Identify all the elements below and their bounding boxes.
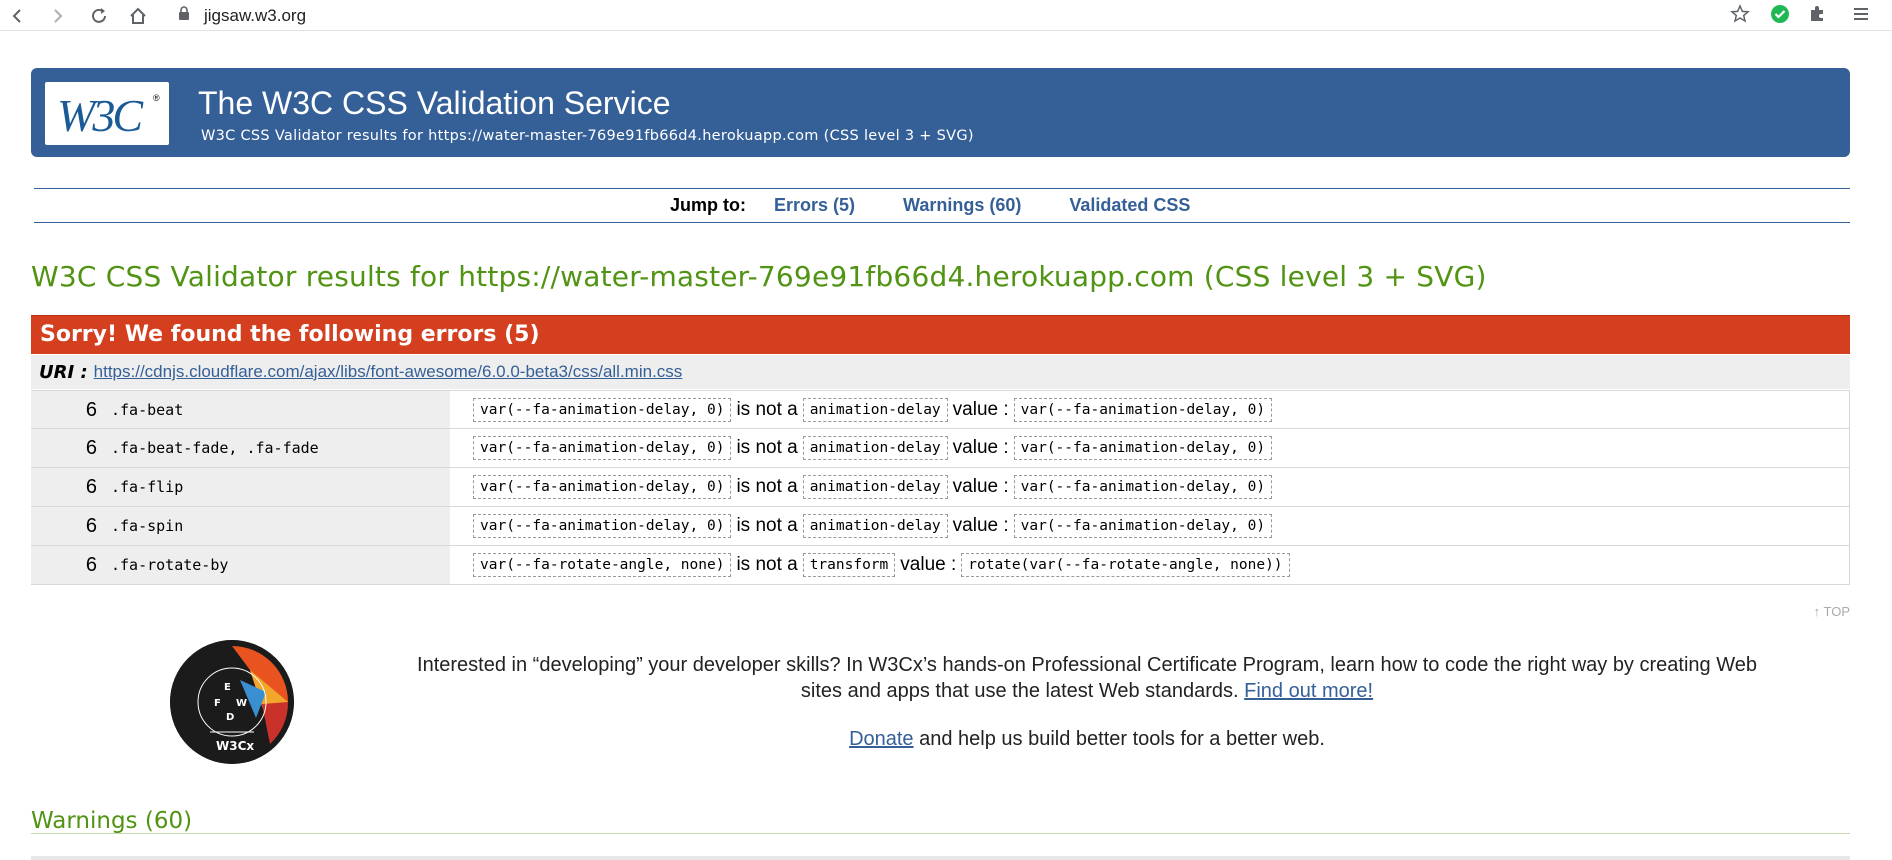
svg-text:®: ® — [153, 93, 160, 103]
svg-text:W3C: W3C — [57, 90, 144, 141]
svg-text:D: D — [226, 712, 234, 723]
code-value: var(--fa-animation-delay, 0) — [473, 397, 732, 422]
header-banner: W3C ® The W3C CSS Validation Service W3C… — [31, 68, 1850, 157]
table-row: 6 .fa-rotate-by var(--fa-rotate-angle, n… — [31, 546, 1850, 585]
warnings-heading: Warnings (60) — [31, 808, 193, 834]
w3c-logo[interactable]: W3C ® — [45, 82, 169, 145]
promo-body: Interested in “developing” your develope… — [417, 654, 1757, 702]
code-value: var(--fa-animation-delay, 0) — [1013, 436, 1273, 460]
menu-icon[interactable] — [1854, 6, 1868, 27]
selector: .fa-spin — [105, 507, 450, 545]
error-message: var(--fa-animation-delay, 0) is not a an… — [450, 429, 1850, 467]
svg-text:W3Cx: W3Cx — [216, 739, 254, 753]
jump-label: Jump to: — [670, 195, 746, 215]
table-row: 6 .fa-spin var(--fa-animation-delay, 0) … — [31, 507, 1850, 546]
line-number: 6 — [31, 507, 105, 545]
results-heading: W3C CSS Validator results for https://wa… — [31, 260, 1487, 293]
lock-icon — [178, 6, 190, 26]
message-text: is not a — [736, 398, 798, 420]
divider — [31, 833, 1850, 834]
message-text: value : — [952, 515, 1009, 536]
extension-check-icon[interactable] — [1770, 4, 1790, 29]
error-message: var(--fa-animation-delay, 0) is not a an… — [450, 468, 1850, 506]
message-text: is not a — [736, 554, 798, 575]
back-to-top-link[interactable]: ↑ TOP — [1814, 604, 1850, 619]
forward-icon[interactable] — [45, 3, 71, 29]
code-value: var(--fa-animation-delay, 0) — [473, 475, 732, 499]
code-property: animation-delay — [802, 436, 948, 460]
uri-row: URI : https://cdnjs.cloudflare.com/ajax/… — [31, 355, 1850, 389]
star-icon[interactable] — [1730, 3, 1750, 29]
selector: .fa-rotate-by — [105, 546, 450, 584]
message-text: is not a — [736, 476, 798, 497]
message-text: value : — [952, 437, 1009, 458]
svg-text:F: F — [214, 698, 221, 709]
selector: .fa-beat-fade, .fa-fade — [105, 429, 450, 467]
code-value: var(--fa-animation-delay, 0) — [1013, 514, 1273, 538]
code-value: rotate(var(--fa-rotate-angle, none)) — [961, 553, 1290, 577]
message-text: value : — [952, 398, 1009, 420]
uri-link[interactable]: https://cdnjs.cloudflare.com/ajax/libs/f… — [94, 362, 683, 382]
line-number: 6 — [31, 468, 105, 506]
selector: .fa-flip — [105, 468, 450, 506]
back-icon[interactable] — [4, 3, 30, 29]
error-message: var(--fa-rotate-angle, none) is not a tr… — [450, 546, 1850, 584]
address-bar[interactable]: jigsaw.w3.org — [178, 3, 306, 29]
jump-nav: Jump to: Errors (5) Warnings (60) Valida… — [34, 188, 1850, 223]
line-number: 6 — [31, 429, 105, 467]
errors-header: Sorry! We found the following errors (5) — [31, 315, 1850, 354]
uri-label: URI : — [39, 361, 88, 383]
donate-line: Donate and help us build better tools fo… — [401, 728, 1773, 751]
line-number: 6 — [31, 391, 105, 428]
divider — [31, 856, 1850, 860]
code-value: var(--fa-animation-delay, 0) — [1013, 475, 1273, 499]
url-text[interactable]: jigsaw.w3.org — [204, 6, 306, 26]
jump-link-validated-css[interactable]: Validated CSS — [1069, 195, 1190, 216]
reload-icon[interactable] — [86, 3, 112, 29]
home-icon[interactable] — [125, 3, 151, 29]
toolbar-right — [1730, 3, 1868, 29]
code-property: animation-delay — [802, 475, 948, 499]
page-content: W3C ® The W3C CSS Validation Service W3C… — [31, 68, 1850, 860]
selector: .fa-beat — [105, 391, 450, 428]
code-property: animation-delay — [802, 514, 948, 538]
code-value: var(--fa-animation-delay, 0) — [1013, 397, 1273, 422]
promo-text: Interested in “developing” your develope… — [401, 652, 1773, 704]
error-message: var(--fa-animation-delay, 0) is not a an… — [450, 391, 1850, 428]
donate-text: and help us build better tools for a bet… — [913, 728, 1325, 750]
banner-subtitle: W3C CSS Validator results for https://wa… — [201, 128, 974, 144]
code-value: var(--fa-animation-delay, 0) — [473, 514, 732, 538]
jump-link-warnings[interactable]: Warnings (60) — [903, 195, 1021, 216]
message-text: is not a — [736, 437, 798, 458]
donate-link[interactable]: Donate — [849, 728, 914, 750]
code-property: animation-delay — [802, 397, 948, 422]
table-row: 6 .fa-flip var(--fa-animation-delay, 0) … — [31, 468, 1850, 507]
line-number: 6 — [31, 546, 105, 584]
code-value: var(--fa-animation-delay, 0) — [473, 436, 732, 460]
table-row: 6 .fa-beat-fade, .fa-fade var(--fa-anima… — [31, 429, 1850, 468]
table-row: 6 .fa-beat var(--fa-animation-delay, 0) … — [31, 390, 1850, 429]
browser-toolbar: jigsaw.w3.org — [0, 0, 1892, 31]
svg-text:W: W — [236, 698, 247, 709]
code-value: var(--fa-rotate-angle, none) — [473, 553, 732, 577]
svg-text:E: E — [224, 682, 231, 693]
code-property: transform — [802, 553, 896, 577]
message-text: value : — [900, 554, 957, 575]
puzzle-icon[interactable] — [1808, 5, 1826, 28]
w3cx-badge[interactable]: E F W D W3Cx — [170, 640, 294, 764]
find-out-more-link[interactable]: Find out more! — [1244, 680, 1373, 702]
errors-table: 6 .fa-beat var(--fa-animation-delay, 0) … — [31, 390, 1850, 585]
message-text: is not a — [736, 515, 798, 536]
message-text: value : — [952, 476, 1009, 497]
jump-link-errors[interactable]: Errors (5) — [774, 195, 855, 216]
banner-title: The W3C CSS Validation Service — [198, 85, 671, 121]
error-message: var(--fa-animation-delay, 0) is not a an… — [450, 507, 1850, 545]
